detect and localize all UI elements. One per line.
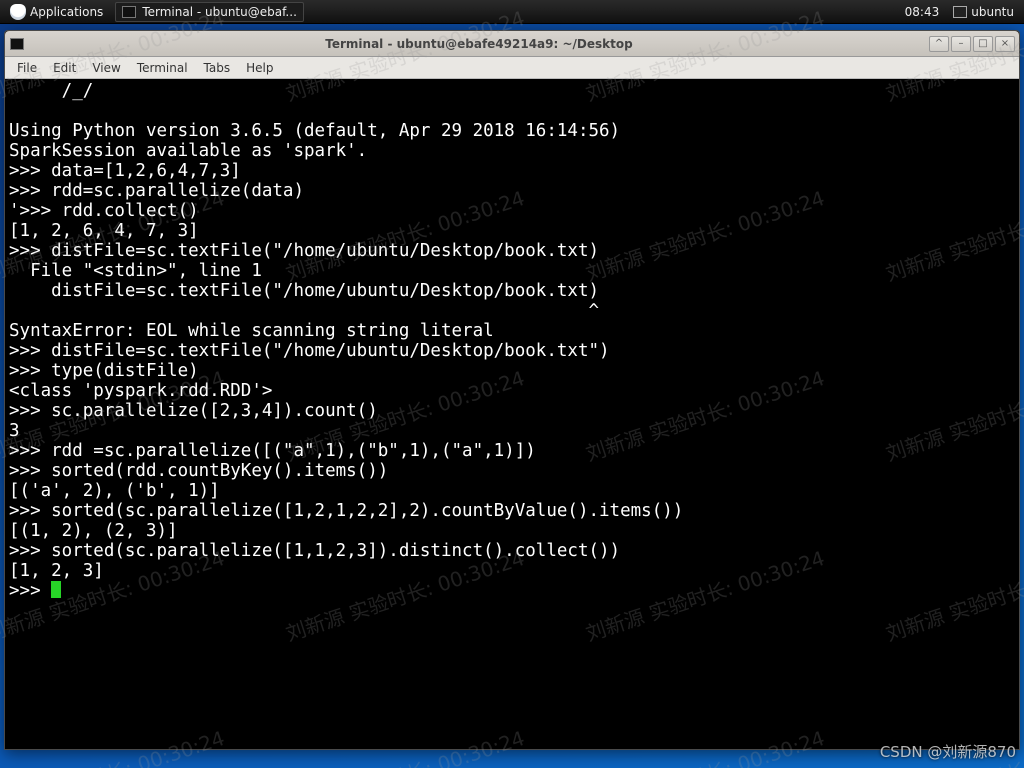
- menu-tabs[interactable]: Tabs: [196, 59, 239, 77]
- applications-label: Applications: [30, 5, 103, 19]
- csdn-watermark: CSDN @刘新源870: [880, 741, 1016, 762]
- window-menubar: File Edit View Terminal Tabs Help: [5, 57, 1019, 79]
- display-icon: [953, 6, 967, 18]
- xfce-logo-icon: [10, 4, 26, 20]
- applications-menu[interactable]: Applications: [4, 0, 109, 23]
- window-titlebar[interactable]: Terminal - ubuntu@ebafe49214a9: ~/Deskto…: [5, 31, 1019, 57]
- window-close-button[interactable]: ×: [995, 36, 1015, 52]
- terminal-body[interactable]: /_/ Using Python version 3.6.5 (default,…: [5, 79, 1019, 749]
- menu-edit[interactable]: Edit: [45, 59, 84, 77]
- panel-clock[interactable]: 08:43: [897, 5, 948, 19]
- window-title: Terminal - ubuntu@ebafe49214a9: ~/Deskto…: [29, 37, 929, 51]
- menu-file[interactable]: File: [9, 59, 45, 77]
- terminal-window: Terminal - ubuntu@ebafe49214a9: ~/Deskto…: [4, 30, 1020, 750]
- terminal-icon: [10, 38, 24, 50]
- menu-help[interactable]: Help: [238, 59, 281, 77]
- terminal-icon: [122, 6, 136, 18]
- menu-view[interactable]: View: [84, 59, 128, 77]
- menu-terminal[interactable]: Terminal: [129, 59, 196, 77]
- taskbar-terminal-label: Terminal - ubuntu@ebaf...: [142, 5, 297, 19]
- window-maximize-button[interactable]: □: [973, 36, 993, 52]
- user-tray-label: ubuntu: [971, 5, 1014, 19]
- user-tray[interactable]: ubuntu: [947, 0, 1020, 23]
- top-panel: Applications Terminal - ubuntu@ebaf... 0…: [0, 0, 1024, 24]
- terminal-cursor: [51, 581, 61, 598]
- taskbar-terminal-button[interactable]: Terminal - ubuntu@ebaf...: [115, 2, 304, 22]
- window-minimize-button[interactable]: –: [951, 36, 971, 52]
- window-rollup-button[interactable]: ^: [929, 36, 949, 52]
